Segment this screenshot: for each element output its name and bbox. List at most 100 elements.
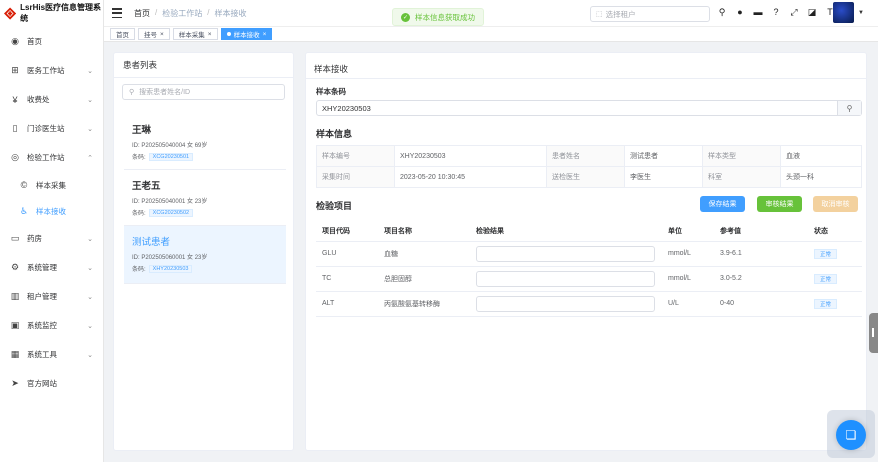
- monitor-icon: ▣: [10, 320, 20, 330]
- sidebar-item-tenant[interactable]: ▥ 租户管理 ⌄: [0, 282, 103, 311]
- sidebar-item-label: 样本接收: [36, 206, 66, 216]
- accessibility-icon: ♿: [19, 205, 29, 216]
- sidebar-item-label: 医务工作站: [27, 66, 65, 75]
- tag-register[interactable]: 挂号 ×: [138, 28, 170, 40]
- patient-search-input[interactable]: ⚲ 搜索患者姓名/ID: [122, 84, 285, 100]
- status-badge: 正常: [814, 273, 838, 284]
- select-icon: ⬚: [596, 11, 603, 18]
- grid-icon: ▦: [10, 349, 20, 359]
- tag-home[interactable]: 首页: [110, 28, 135, 40]
- chevron-up-icon: ⌃: [87, 154, 93, 162]
- save-result-button[interactable]: 保存结果: [700, 196, 745, 212]
- help-icon[interactable]: ?: [770, 6, 782, 18]
- yen-icon: ¥: [12, 94, 18, 105]
- avatar[interactable]: [833, 2, 854, 23]
- breadcrumb-home[interactable]: 首页: [134, 8, 150, 19]
- chevron-down-icon: ⌄: [87, 96, 93, 104]
- drawer-handle[interactable]: [869, 313, 878, 353]
- hamburger-icon[interactable]: [112, 8, 122, 18]
- active-dot-icon: [226, 32, 231, 36]
- document-icon: ▯: [12, 123, 18, 133]
- search-button[interactable]: ⚲: [837, 101, 861, 115]
- sidebar-item-website[interactable]: ➤ 官方网站: [0, 369, 103, 398]
- barcode-input[interactable]: XHY20230503 ⚲: [316, 100, 862, 116]
- chevron-down-icon: ⌄: [87, 235, 93, 243]
- sidebar-item-label: 检验工作站: [27, 153, 65, 162]
- check-circle-icon: ✓: [401, 12, 410, 22]
- patient-info: ID: P202505040004 女 69岁: [132, 143, 208, 149]
- sidebar-item-monitor[interactable]: ▣ 系统监控 ⌄: [0, 311, 103, 340]
- table-row: TC 总胆固醇 mmol/L 3.0-5.2 正常: [316, 266, 862, 292]
- sidebar-item-label: 样本采集: [36, 180, 66, 190]
- card-title: 患者列表: [114, 53, 293, 78]
- sidebar-item-label: 门诊医生站: [27, 124, 65, 133]
- sidebar-item-pharmacy[interactable]: ▭ 药房 ⌄: [0, 224, 103, 253]
- send-icon: ➤: [11, 378, 19, 388]
- result-input[interactable]: [476, 295, 655, 312]
- app-logo[interactable]: LsrHis医疗信息管理系统: [0, 0, 103, 26]
- patient-list-card: 患者列表 ⚲ 搜索患者姓名/ID 王琳 ID: P202505040004 女 …: [113, 52, 294, 451]
- chat-icon[interactable]: ▬: [752, 6, 764, 18]
- sidebar-item-tools[interactable]: ▦ 系统工具 ⌄: [0, 340, 103, 369]
- status-badge: 正常: [814, 298, 838, 309]
- copyright-icon: ©: [20, 180, 28, 190]
- sidebar-item-label: 药房: [27, 234, 42, 243]
- cancel-audit-button[interactable]: 取消审核: [813, 196, 858, 212]
- sidebar-item-medical[interactable]: ⊞ 医务工作站 ⌄: [0, 56, 103, 85]
- patient-item[interactable]: 王琳 ID: P202505040004 女 69岁 条码: XCG2023050…: [124, 114, 286, 170]
- caret-down-icon[interactable]: ▼: [858, 10, 864, 16]
- patient-item[interactable]: 王老五 ID: P202505040001 女 23岁 条码: XCG202305…: [124, 170, 286, 226]
- sidebar-item-sample-receive[interactable]: ♿ 样本接收: [0, 198, 103, 224]
- theme-icon[interactable]: ◪: [806, 6, 818, 18]
- gear-icon: ⚙: [10, 262, 20, 272]
- sidebar-item-cashier[interactable]: ¥ 收费处 ⌄: [0, 85, 103, 114]
- sidebar-item-label: 系统工具: [27, 350, 57, 359]
- tag-sample-receive[interactable]: 样本接收 ×: [220, 28, 273, 40]
- status-badge: 正常: [814, 248, 838, 259]
- chevron-down-icon: ⌄: [87, 125, 93, 133]
- chat-widget-button[interactable]: ❏: [836, 420, 866, 450]
- sidebar-item-outpatient[interactable]: ▯ 门诊医生站 ⌄: [0, 114, 103, 143]
- chat-bubble-icon: ❏: [845, 428, 857, 442]
- barcode-field-label: 样本条码: [316, 87, 346, 96]
- patient-info: ID: P202505060001 女 23岁: [132, 255, 208, 261]
- close-icon[interactable]: ×: [263, 31, 267, 38]
- patient-name: 王老五: [132, 181, 161, 192]
- search-icon: ⚲: [846, 103, 853, 113]
- close-icon[interactable]: ×: [208, 31, 212, 38]
- toast-message: 样本信息获取成功: [415, 12, 475, 22]
- sidebar-item-label: 首页: [27, 37, 42, 46]
- result-input[interactable]: [476, 270, 655, 287]
- audit-result-button[interactable]: 审核结果: [757, 196, 802, 212]
- barcode-label: 条码:: [132, 211, 146, 217]
- chevron-down-icon: ⌄: [87, 67, 93, 75]
- chart-icon: ▥: [10, 291, 20, 301]
- patient-item-selected[interactable]: 测试患者 ID: P202505060001 女 23岁 条码: XHY20230…: [124, 226, 286, 284]
- sidebar-item-label: 官方网站: [27, 379, 57, 388]
- hospital-icon: ⊞: [11, 65, 19, 75]
- sidebar-item-sample-collect[interactable]: © 样本采集: [0, 172, 103, 198]
- success-toast: ✓ 样本信息获取成功: [392, 8, 484, 26]
- tag-sample-collect[interactable]: 样本采集 ×: [172, 28, 218, 40]
- search-icon[interactable]: ⚲: [716, 6, 728, 18]
- test-items-table: 项目代码 项目名称 检验结果 单位 参考值 状态 GLU 血糖 mmol/L 3…: [316, 222, 862, 317]
- breadcrumb-lab: 检验工作站: [162, 8, 203, 18]
- sample-receive-card: 样本接收 样本条码 XHY20230503 ⚲ 样本信息 样本编号 XHY202…: [305, 52, 867, 451]
- patient-list: 王琳 ID: P202505040004 女 69岁 条码: XCG2023050…: [124, 114, 286, 284]
- fullscreen-icon[interactable]: ⤢: [788, 6, 800, 18]
- chevron-down-icon: ⌄: [87, 264, 93, 272]
- sidebar-item-home[interactable]: ◉ 首页: [0, 27, 103, 56]
- tenant-placeholder: 选择租户: [605, 9, 636, 19]
- tenant-select[interactable]: ⬚ 选择租户: [590, 6, 710, 22]
- github-icon[interactable]: ●: [734, 6, 746, 18]
- sidebar-item-lab[interactable]: ◎ 检验工作站 ⌃: [0, 143, 103, 172]
- sidebar-item-system[interactable]: ⚙ 系统管理 ⌄: [0, 253, 103, 282]
- app-title: LsrHis医疗信息管理系统: [20, 3, 102, 23]
- close-icon[interactable]: ×: [160, 31, 164, 38]
- result-input[interactable]: [476, 245, 655, 262]
- patient-name: 王琳: [132, 125, 152, 136]
- logo-icon: [4, 6, 17, 20]
- eye-icon: ◎: [11, 152, 19, 162]
- barcode-tag: XCG20230502: [148, 208, 194, 217]
- table-row: GLU 血糖 mmol/L 3.9-6.1 正常: [316, 241, 862, 267]
